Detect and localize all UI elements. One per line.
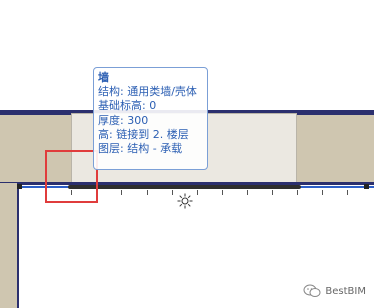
grip-handle-left[interactable] (17, 184, 22, 189)
ruler-tick (272, 190, 273, 195)
ruler-tick (172, 190, 173, 195)
sun-icon[interactable] (177, 193, 193, 209)
grip-handle-right[interactable] (364, 184, 369, 189)
watermark: BestBIM (303, 284, 366, 298)
left-wall[interactable] (0, 183, 19, 308)
ruler-tick (297, 190, 298, 195)
ruler-tick (147, 190, 148, 195)
tooltip-layer: 图层: 结构 - 承载 (98, 142, 183, 156)
annotation-highlight-box (45, 150, 98, 203)
wechat-icon (303, 284, 321, 298)
tooltip-title: 墙 (98, 71, 109, 84)
ruler-tick (247, 190, 248, 195)
watermark-text: BestBIM (325, 285, 366, 297)
tooltip-height: 高: 链接到 2. 楼层 (98, 127, 189, 141)
tooltip-base-elevation: 基础标高: 0 (98, 99, 157, 113)
ruler-tick (347, 190, 348, 195)
tooltip-thickness: 厚度: 300 (98, 113, 149, 127)
ruler-tick (121, 190, 122, 195)
tooltip-structure: 结构: 通用类墙/壳体 (98, 85, 197, 99)
ruler-tick (222, 190, 223, 195)
ruler-tick (197, 190, 198, 195)
ruler-tick (322, 190, 323, 195)
wall-properties-tooltip: 墙 结构: 通用类墙/壳体 基础标高: 0 厚度: 300 高: 链接到 2. … (93, 67, 208, 170)
selected-wall-line[interactable] (68, 185, 301, 189)
